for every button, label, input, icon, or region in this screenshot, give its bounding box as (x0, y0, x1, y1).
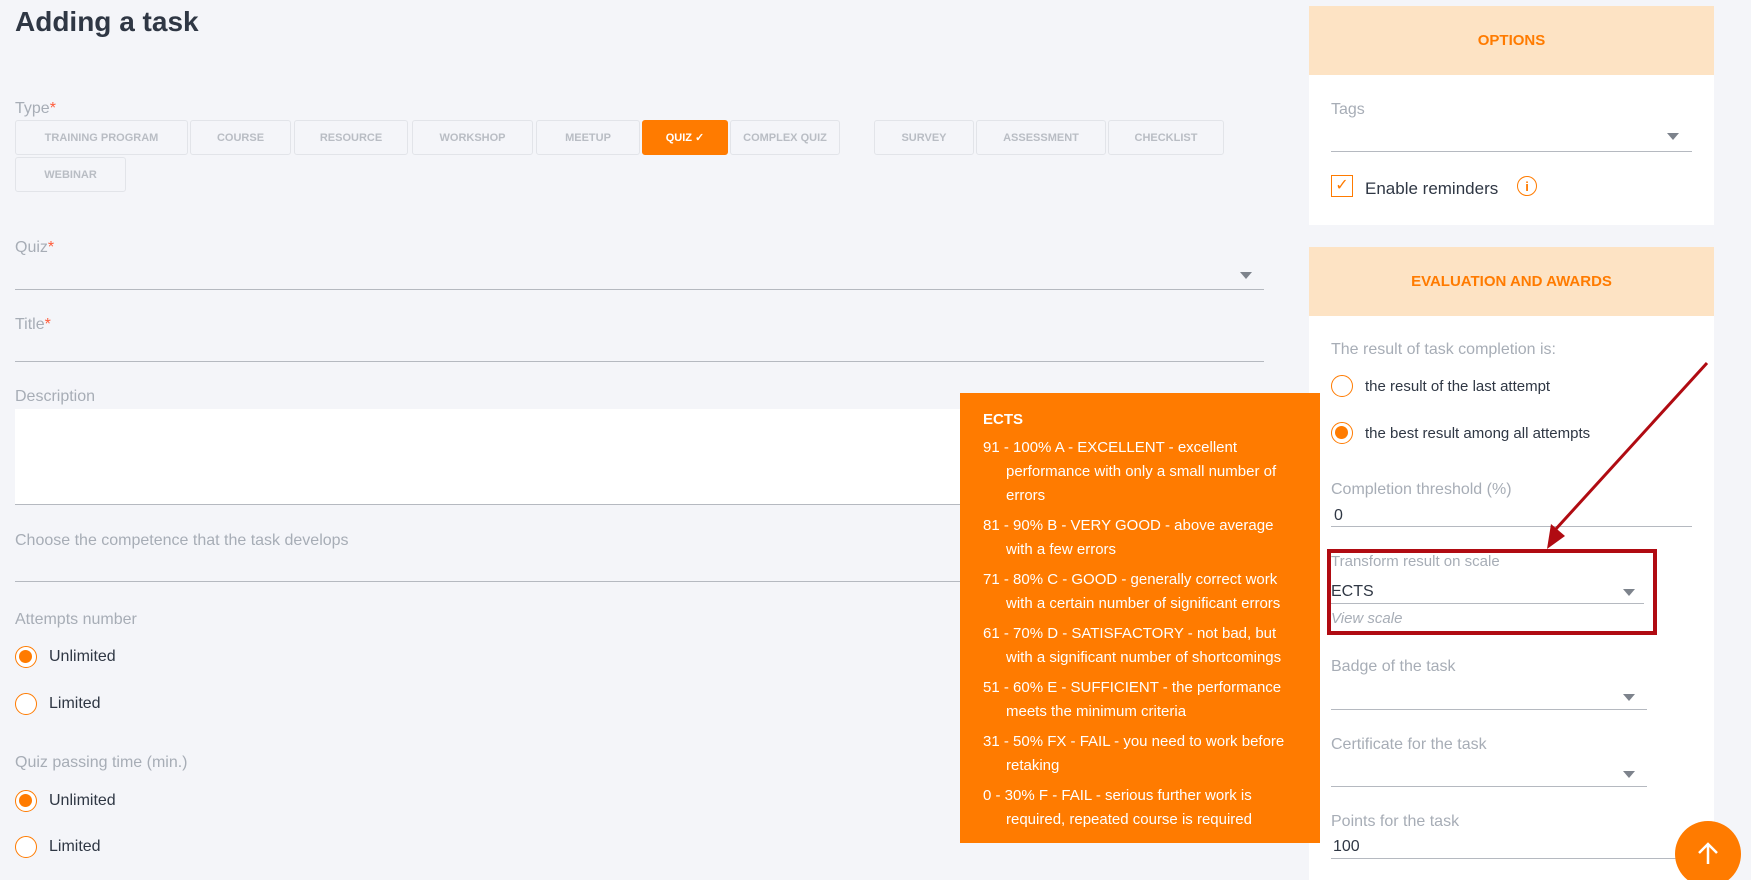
attempts-label: Attempts number (15, 611, 137, 628)
type-option-meetup[interactable]: MEETUP (536, 120, 640, 155)
tags-label: Tags (1331, 101, 1365, 118)
ects-scale-tooltip: ECTS 91 - 100% A - EXCELLENT - excellent… (960, 393, 1320, 843)
attempts-limited-label: Limited (49, 695, 101, 712)
passing-time-label: Quiz passing time (min.) (15, 754, 188, 771)
check-icon: ✓ (1335, 177, 1349, 194)
passing-time-unlimited-radio[interactable] (15, 790, 37, 812)
result-last-attempt-label: the result of the last attempt (1365, 378, 1551, 395)
points-input[interactable] (1331, 834, 1676, 859)
quiz-label: Quiz* (15, 239, 55, 256)
result-best-attempt-label: the best result among all attempts (1365, 425, 1591, 442)
type-option-workshop[interactable]: WORKSHOP (412, 120, 533, 155)
certificate-label: Certificate for the task (1331, 736, 1487, 753)
tooltip-item: 91 - 100% A - EXCELLENT - excellent perf… (983, 439, 1277, 504)
title-input[interactable] (15, 336, 1264, 362)
scroll-top-button[interactable] (1675, 821, 1741, 880)
passing-time-unlimited-label: Unlimited (49, 792, 116, 809)
type-option-checklist[interactable]: CHECKLIST (1108, 120, 1224, 155)
enable-reminders-checkbox[interactable]: ✓ (1331, 175, 1353, 197)
type-option-quiz[interactable]: QUIZ ✓ (642, 120, 728, 155)
annotation-highlight-box (1327, 549, 1657, 635)
type-option-assessment[interactable]: ASSESSMENT (976, 120, 1106, 155)
badge-label: Badge of the task (1331, 658, 1456, 675)
result-last-attempt-radio[interactable] (1331, 375, 1353, 397)
options-header: OPTIONS (1309, 6, 1714, 75)
type-option-course[interactable]: COURSE (190, 120, 291, 155)
tooltip-item: 31 - 50% FX - FAIL - you need to work be… (983, 733, 1285, 774)
chevron-down-icon (1667, 133, 1679, 140)
tags-select[interactable] (1331, 122, 1692, 152)
badge-select[interactable] (1331, 680, 1647, 710)
result-best-attempt-radio[interactable] (1331, 422, 1353, 444)
arrow-up-icon (1698, 842, 1718, 864)
tooltip-item: 61 - 70% D - SATISFACTORY - not bad, but… (983, 625, 1282, 666)
page-title: Adding a task (15, 6, 199, 37)
passing-time-limited-radio[interactable] (15, 836, 37, 858)
chevron-down-icon (1623, 771, 1635, 778)
type-label: Type* (15, 100, 56, 117)
chevron-down-icon (1623, 694, 1635, 701)
points-value: 100 (1333, 838, 1360, 855)
tooltip-item: 71 - 80% C - GOOD - generally correct wo… (983, 571, 1281, 612)
threshold-value: 0 (1334, 507, 1343, 524)
competence-label: Choose the competence that the task deve… (15, 532, 349, 549)
threshold-input[interactable] (1331, 502, 1692, 527)
tooltip-item: 81 - 90% B - VERY GOOD - above average w… (983, 517, 1274, 558)
type-option-complex-quiz[interactable]: COMPLEX QUIZ (730, 120, 840, 155)
certificate-select[interactable] (1331, 757, 1647, 787)
passing-time-limited-label: Limited (49, 838, 101, 855)
type-option-survey[interactable]: SURVEY (874, 120, 974, 155)
evaluation-header: EVALUATION AND AWARDS (1309, 247, 1714, 316)
quiz-select[interactable] (15, 260, 1264, 290)
type-option-webinar[interactable]: WEBINAR (15, 157, 126, 192)
type-option-resource[interactable]: RESOURCE (294, 120, 408, 155)
attempts-limited-radio[interactable] (15, 693, 37, 715)
tooltip-item: 0 - 30% F - FAIL - serious further work … (983, 787, 1252, 828)
type-option-training-program[interactable]: TRAINING PROGRAM (15, 120, 188, 155)
points-label: Points for the task (1331, 813, 1460, 830)
attempts-unlimited-radio[interactable] (15, 646, 37, 668)
enable-reminders-label: Enable reminders (1365, 179, 1499, 198)
chevron-down-icon (1240, 272, 1252, 279)
attempts-unlimited-label: Unlimited (49, 648, 116, 665)
description-label: Description (15, 388, 96, 405)
result-label: The result of task completion is: (1331, 341, 1556, 358)
tooltip-item: 51 - 60% E - SUFFICIENT - the performanc… (983, 679, 1282, 720)
title-label: Title* (15, 316, 51, 333)
info-icon[interactable]: i (1517, 176, 1537, 196)
tooltip-title: ECTS (983, 411, 1024, 428)
threshold-label: Completion threshold (%) (1331, 481, 1512, 498)
